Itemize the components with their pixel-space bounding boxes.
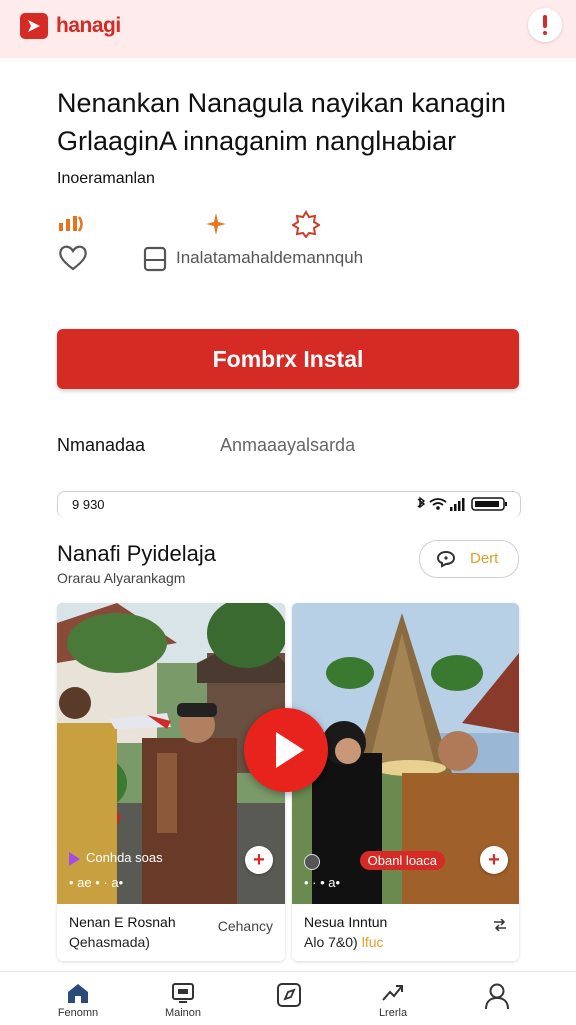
- card-overlay-stats: • ae • · a•: [69, 875, 124, 890]
- play-video-button[interactable]: [244, 708, 328, 792]
- nav-home[interactable]: Fenomn: [38, 972, 118, 1025]
- heart-icon[interactable]: [57, 244, 89, 277]
- nav-profile[interactable]: [456, 972, 536, 1025]
- bluetooth-icon: [417, 496, 426, 509]
- alert-icon[interactable]: [528, 8, 562, 42]
- rating-bars-icon: [57, 213, 85, 240]
- card-tag: Cehancy: [217, 918, 273, 934]
- section-title: Nanafi Pyidelaja: [57, 541, 216, 566]
- card-overlay-label: Obanl loaca: [359, 851, 446, 870]
- nav-videos-label: Mainon: [164, 1007, 202, 1019]
- app-subtitle: Inoeramanlan: [57, 170, 155, 187]
- play-badge: Conhda soas: [69, 850, 163, 866]
- card-subtitle: Qehasmada): [69, 934, 150, 950]
- nav-explore[interactable]: [248, 972, 328, 1025]
- add-button[interactable]: +: [245, 846, 273, 874]
- card-overlay-pill: Obanl loaca: [304, 851, 446, 870]
- play-logo-icon[interactable]: [20, 13, 48, 39]
- card-info: Nesua Inntun Alo 7&0) lfuc: [292, 904, 519, 961]
- wifi-icon: [429, 498, 447, 510]
- section-subtitle: Orarau Alyarankagm: [57, 570, 186, 586]
- status-time: 9 930: [72, 497, 105, 512]
- tv-icon: [172, 983, 194, 1003]
- sort-button-label: Dert: [470, 550, 499, 567]
- app-logo-text[interactable]: hanagi: [56, 14, 121, 38]
- card-price: lfuc: [361, 934, 384, 950]
- tab-details[interactable]: Anmaaayalsarda: [220, 435, 355, 456]
- card-title: Nenan E Rosnah: [69, 914, 176, 930]
- battery-icon: [471, 497, 507, 511]
- install-button[interactable]: Fombrx Instal: [57, 329, 519, 389]
- signal-icon: [450, 498, 465, 511]
- trending-icon: [382, 985, 403, 1001]
- nav-trending[interactable]: Lrerla: [353, 972, 433, 1025]
- chat-icon: [436, 550, 456, 573]
- bottom-navigation: Fenomn Mainon Lrerla: [0, 971, 576, 1025]
- status-icons: [414, 496, 510, 517]
- headline-line-2: GrlaaginA innaganim nanglнabiar: [57, 126, 457, 156]
- add-button[interactable]: +: [480, 846, 508, 874]
- card-overlay-stats: • · • a•: [304, 875, 341, 890]
- sort-button[interactable]: Dert: [419, 540, 519, 578]
- card-title: Nesua Inntun: [304, 914, 388, 930]
- app-meta-text: Inalatamahaldemannquh: [176, 248, 364, 267]
- share-arrow-icon[interactable]: [493, 918, 507, 934]
- headline-line-1: Nenankan Nanagula nayikan kanagin: [57, 88, 506, 118]
- app-header: hanagi: [0, 0, 576, 58]
- nav-videos[interactable]: Mainon: [143, 972, 223, 1025]
- badge-icon: [291, 210, 321, 243]
- preview-status-bar: 9 930: [57, 491, 521, 518]
- play-triangle-icon: [69, 851, 80, 866]
- explore-icon: [277, 983, 301, 1007]
- tab-overview[interactable]: Nmanadaa: [57, 435, 145, 456]
- home-icon: [68, 984, 88, 1003]
- profile-icon: [485, 983, 509, 1010]
- card-subtitle: Alo 7&0) lfuc: [304, 934, 384, 950]
- card-overlay-label: Conhda soas: [86, 850, 163, 865]
- calendar-icon: [143, 246, 167, 277]
- overlay-circle-icon: [304, 853, 320, 870]
- app-headline: Nenankan Nanagula nayikan kanagin Grlaag…: [57, 84, 537, 160]
- card-subtitle-text: Alo 7&0): [304, 934, 358, 950]
- nav-home-label: Fenomn: [57, 1007, 99, 1019]
- sparkle-icon: [205, 212, 227, 241]
- nav-trending-label: Lrerla: [378, 1007, 408, 1019]
- card-info: Nenan E Rosnah Qehasmada) Cehancy: [57, 904, 285, 961]
